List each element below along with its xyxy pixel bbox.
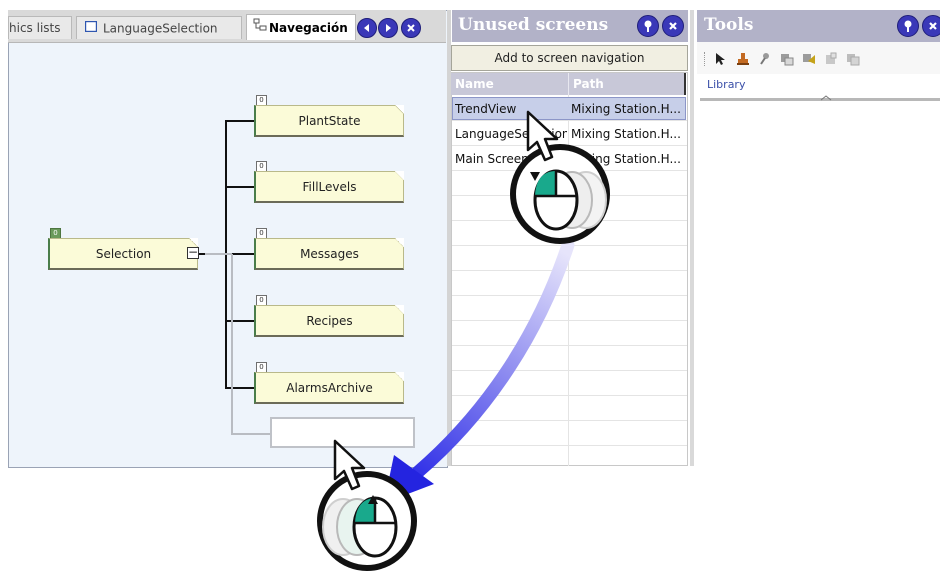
table-cell-path[interactable]: Mixing Station.H... [571,127,685,141]
tree-connector [225,120,255,122]
nav-node-selection[interactable]: Selection [48,238,198,270]
library-label[interactable]: Library [707,78,745,91]
drop-target-placeholder[interactable] [270,417,415,448]
close-icon [929,22,937,30]
tools-toolbar [697,42,940,74]
close-icon [407,24,415,32]
tab-language-selection[interactable]: LanguageSelection [76,16,242,39]
tree-connector [225,186,255,188]
tab-navegacion[interactable]: Navegación [246,14,356,40]
node-label: Selection [95,247,152,261]
panel-title: Tools [704,15,754,35]
panel-title: Unused screens [458,15,609,35]
scroll-tabs-right-button[interactable] [378,18,398,38]
table-cell-path[interactable]: Mixing Station.H... [571,102,685,116]
drop-preview-connector [205,253,232,255]
pin-panel-button[interactable] [897,15,919,37]
pin-icon [644,20,652,32]
pin-tool-icon[interactable] [757,51,773,67]
duplicate-icon[interactable] [845,51,861,67]
node-label: Messages [300,247,359,261]
pin-panel-button[interactable] [637,15,659,37]
column-header-path[interactable]: Path [573,77,604,91]
close-icon [669,22,677,30]
pointer-icon[interactable] [713,51,727,67]
node-label: PlantState [298,114,361,128]
close-panel-button[interactable] [922,15,940,37]
tree-connector [225,320,255,322]
panel-splitter[interactable] [690,10,694,466]
copy-icon[interactable] [779,51,795,67]
tab-label: hics lists [9,21,61,35]
close-editor-button[interactable] [401,18,421,38]
chevron-up-icon[interactable] [820,95,832,101]
tab-label: Navegación [269,21,348,35]
node-label: AlarmsArchive [286,381,373,395]
nav-node-alarmsarchive[interactable]: AlarmsArchive [254,372,404,404]
arrow-left-icon [364,24,369,32]
mouse-release-icon [317,471,417,571]
pin-icon [904,20,912,32]
table-cell-name[interactable]: TrendView [455,102,567,116]
nav-node-messages[interactable]: Messages [254,238,404,270]
column-header-name[interactable]: Name [455,77,494,91]
table-cell-path[interactable]: Mixing Station.H... [571,152,685,166]
delete-icon[interactable] [823,51,839,67]
table-cell-name[interactable]: Main Screen [455,152,567,166]
paste-icon[interactable] [801,51,817,67]
tab-label: LanguageSelection [103,21,218,36]
scroll-tabs-left-button[interactable] [357,18,377,38]
tab-graphics-lists[interactable]: hics lists [8,16,72,39]
tree-connector [225,387,255,389]
close-panel-button[interactable] [662,15,684,37]
nav-node-recipes[interactable]: Recipes [254,305,404,337]
node-label: Recipes [306,314,353,328]
nav-node-plantstate[interactable]: PlantState [254,105,404,137]
screen-icon [84,17,98,39]
navigation-tree-icon [253,15,267,40]
add-to-screen-navigation-button[interactable]: Add to screen navigation [451,45,688,71]
arrow-right-icon [386,24,391,32]
table-cell-name[interactable]: LanguageSelection [455,127,567,141]
collapse-toggle[interactable]: − [187,246,199,259]
node-label: FillLevels [302,180,357,194]
nav-node-filllevels[interactable]: FillLevels [254,171,404,203]
drop-preview-connector [231,433,271,435]
tools-panel-body [697,42,940,466]
stamp-icon[interactable] [735,51,751,67]
drop-preview-connector [231,254,233,434]
